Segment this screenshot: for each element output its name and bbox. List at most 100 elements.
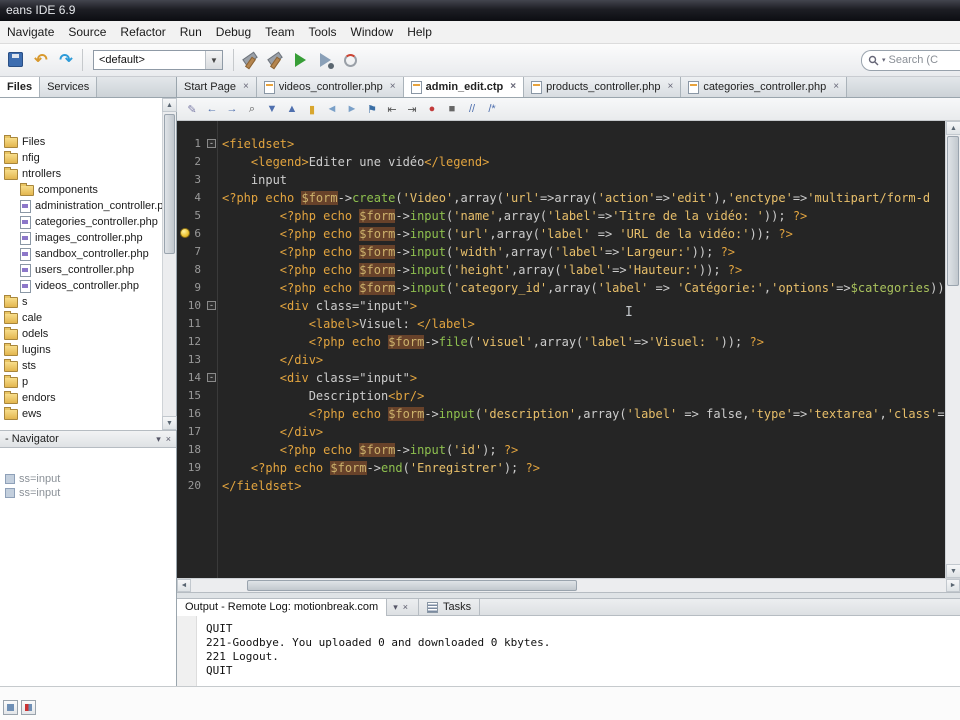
search-scope-arrow-icon[interactable]: ▾: [882, 56, 886, 64]
tab-files[interactable]: Files: [0, 77, 41, 97]
line-number[interactable]: 14: [177, 369, 205, 387]
config-combobox[interactable]: <default> ▼: [93, 50, 223, 70]
line-number[interactable]: 20: [177, 477, 205, 495]
forward-icon[interactable]: →: [223, 100, 241, 118]
minimize-window-icon[interactable]: ▾: [393, 602, 398, 613]
tab-admin-edit-ctp[interactable]: admin_edit.ctp ×: [403, 77, 525, 97]
scroll-right-icon[interactable]: ►: [946, 579, 960, 592]
code-line[interactable]: <fieldset>: [222, 135, 945, 153]
navigator-header[interactable]: - Navigator ▾ ×: [0, 430, 176, 448]
code-line[interactable]: <?php echo $form->input('height',array('…: [222, 261, 945, 279]
debug-icon[interactable]: [313, 48, 337, 72]
menu-help[interactable]: Help: [400, 22, 439, 42]
shift-left-icon[interactable]: ⇤: [383, 100, 401, 118]
tree-item-images-controller-php[interactable]: images_controller.php: [0, 230, 163, 246]
fold-toggle[interactable]: -: [207, 301, 216, 310]
chevron-down-icon[interactable]: ▼: [205, 51, 222, 69]
tab-output-remote-log[interactable]: Output - Remote Log: motionbreak.com: [177, 598, 388, 616]
tree-item-files[interactable]: Files: [0, 134, 163, 150]
status-bar-icon-1[interactable]: [3, 700, 18, 715]
save-all-icon[interactable]: [4, 48, 28, 72]
scroll-left-icon[interactable]: ◄: [177, 579, 191, 592]
code-line[interactable]: </div>: [222, 351, 945, 369]
close-icon[interactable]: ×: [510, 82, 516, 92]
profile-icon[interactable]: [338, 48, 362, 72]
tree-scrollbar[interactable]: ▲ ▼: [162, 98, 177, 430]
tree-item-components[interactable]: components: [0, 182, 163, 198]
navigator-item[interactable]: ss=input: [0, 486, 176, 500]
file-tree[interactable]: Files nfig ntrollers components administrati…: [0, 98, 163, 430]
menu-navigate[interactable]: Navigate: [0, 22, 61, 42]
close-icon[interactable]: ×: [833, 82, 839, 92]
line-number[interactable]: 8: [177, 261, 205, 279]
start-macro-icon[interactable]: ●: [423, 100, 441, 118]
clean-build-icon[interactable]: [263, 48, 287, 72]
code-line[interactable]: <?php echo $form->file('visuel',array('l…: [222, 333, 945, 351]
scroll-down-icon[interactable]: ▼: [946, 564, 960, 578]
code-line[interactable]: <?php echo $form->input('name',array('la…: [222, 207, 945, 225]
previous-bookmark-icon[interactable]: ◄: [323, 100, 341, 118]
tree-item-ntrollers[interactable]: ntrollers: [0, 166, 163, 182]
tree-item-p[interactable]: p: [0, 374, 163, 390]
line-number[interactable]: 7: [177, 243, 205, 261]
editor-vertical-scrollbar[interactable]: ▲ ▼: [945, 121, 960, 578]
code-line[interactable]: <?php echo $form->end('Enregistrer'); ?>: [222, 459, 945, 477]
scroll-up-icon[interactable]: ▲: [946, 121, 960, 135]
code-line[interactable]: <div class="input">: [222, 369, 945, 387]
find-previous-icon[interactable]: ▲: [283, 100, 301, 118]
close-icon[interactable]: ×: [243, 82, 249, 92]
line-number[interactable]: 3: [177, 171, 205, 189]
code-line[interactable]: </fieldset>: [222, 477, 945, 495]
comment-icon[interactable]: //: [463, 100, 481, 118]
tree-item-ews[interactable]: ews: [0, 406, 163, 422]
menu-tools[interactable]: Tools: [302, 22, 344, 42]
tree-item-users-controller-php[interactable]: users_controller.php: [0, 262, 163, 278]
tree-item-endors[interactable]: endors: [0, 390, 163, 406]
tree-item-s[interactable]: s: [0, 294, 163, 310]
scrollbar-thumb[interactable]: [947, 136, 959, 286]
fold-toggle[interactable]: -: [207, 373, 216, 382]
line-number[interactable]: 18: [177, 441, 205, 459]
line-number[interactable]: 16: [177, 405, 205, 423]
fold-toggle[interactable]: -: [207, 139, 216, 148]
close-window-icon[interactable]: ×: [403, 602, 408, 613]
tree-item-sandbox-controller-php[interactable]: sandbox_controller.php: [0, 246, 163, 262]
tree-item-administration-controller-php[interactable]: administration_controller.php: [0, 198, 163, 214]
code-line[interactable]: <?php echo $form->input('id'); ?>: [222, 441, 945, 459]
menu-window[interactable]: Window: [344, 22, 401, 42]
menu-team[interactable]: Team: [258, 22, 301, 42]
line-number[interactable]: 2: [177, 153, 205, 171]
navigator-item[interactable]: ss=input: [0, 472, 176, 486]
tree-item-sts[interactable]: sts: [0, 358, 163, 374]
menu-source[interactable]: Source: [61, 22, 113, 42]
uncomment-icon[interactable]: /*: [483, 100, 501, 118]
line-number[interactable]: 11: [177, 315, 205, 333]
code-line[interactable]: <legend>Editer une vidéo</legend>: [222, 153, 945, 171]
line-number[interactable]: 10: [177, 297, 205, 315]
tree-item-odels[interactable]: odels: [0, 326, 163, 342]
code-editor[interactable]: 1 2 3 4 5 6 7 8 9 10 11 12 13 14 15 16 17 18 19 20 --- <fie…: [177, 121, 960, 578]
tab-services[interactable]: Services: [40, 77, 98, 97]
code-line[interactable]: <?php echo $form->create('Video',array('…: [222, 189, 945, 207]
code-line[interactable]: <?php echo $form->input('description',ar…: [222, 405, 945, 423]
line-number[interactable]: 12: [177, 333, 205, 351]
tab-categories-controller-php[interactable]: categories_controller.php ×: [681, 77, 848, 97]
find-selection-icon[interactable]: ⌕: [243, 100, 261, 118]
code-line[interactable]: <label>Visuel: </label>: [222, 315, 945, 333]
code-line[interactable]: input: [222, 171, 945, 189]
tab-start-page[interactable]: Start Page ×: [177, 77, 257, 97]
last-edit-icon[interactable]: ✎: [183, 100, 201, 118]
line-number[interactable]: 4: [177, 189, 205, 207]
fold-column[interactable]: - - -: [205, 121, 218, 578]
code-line[interactable]: <?php echo $form->input('category_id',ar…: [222, 279, 945, 297]
run-icon[interactable]: [288, 48, 312, 72]
tab-products-controller-php[interactable]: products_controller.php ×: [524, 77, 682, 97]
editor-horizontal-scrollbar[interactable]: ◄ ►: [177, 578, 960, 592]
tree-item-lugins[interactable]: lugins: [0, 342, 163, 358]
line-number[interactable]: 9: [177, 279, 205, 297]
navigator-panel[interactable]: ss=input ss=input: [0, 448, 176, 686]
scrollbar-thumb[interactable]: [164, 114, 175, 254]
tree-item-cale[interactable]: cale: [0, 310, 163, 326]
code-text[interactable]: <fieldset> <legend>Editer une vidéo</leg…: [220, 121, 945, 578]
code-line[interactable]: </div>: [222, 423, 945, 441]
